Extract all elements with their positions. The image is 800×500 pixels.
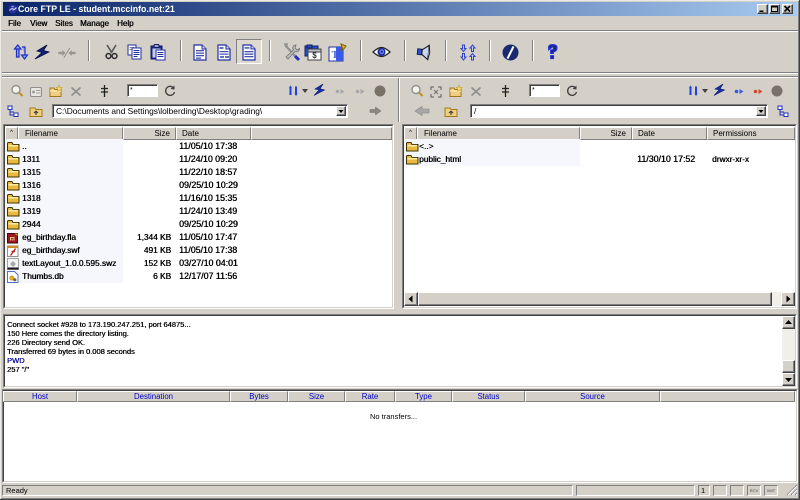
svg-text:T: T xyxy=(332,50,339,61)
svg-text:$: $ xyxy=(312,51,317,60)
